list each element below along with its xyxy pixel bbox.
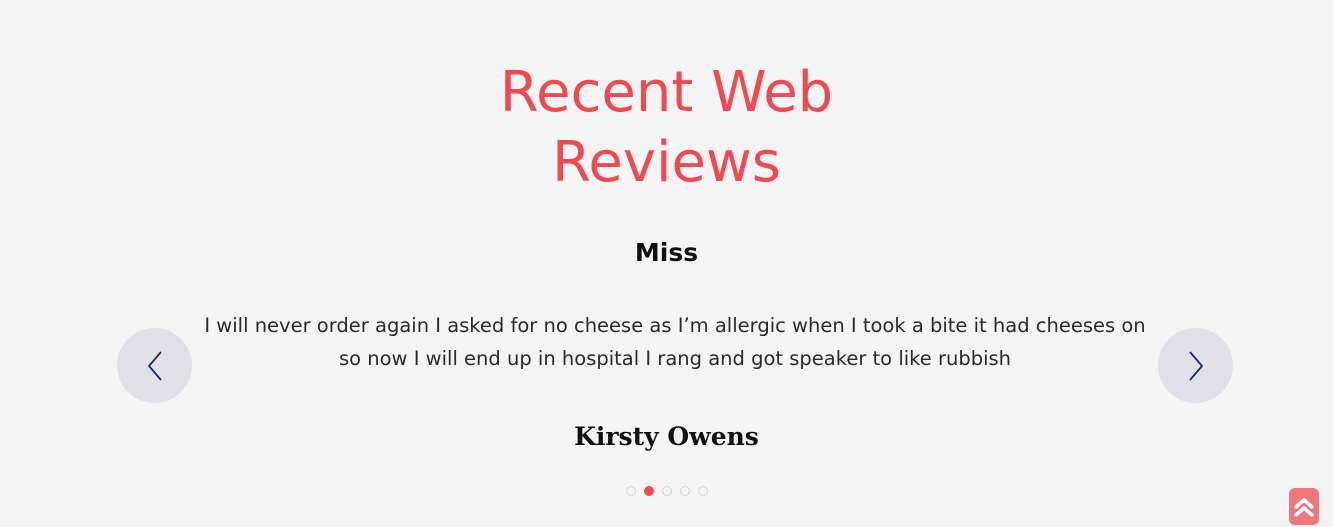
carousel-dot-4[interactable] <box>679 486 690 496</box>
carousel-dots <box>0 486 1333 496</box>
section-title-line1: Recent Web <box>499 60 834 125</box>
carousel-dot-1[interactable] <box>625 486 636 496</box>
back-to-top-button[interactable] <box>1289 488 1319 525</box>
carousel-dot-5[interactable] <box>697 486 708 496</box>
carousel-next-button[interactable] <box>1158 328 1233 403</box>
section-title: Recent Web Reviews <box>0 58 1333 198</box>
carousel-prev-button[interactable] <box>117 328 192 403</box>
section-title-line2: Reviews <box>552 130 781 195</box>
carousel-dot-3[interactable] <box>661 486 672 496</box>
carousel-dot-2[interactable] <box>643 486 654 496</box>
chevron-right-icon <box>1188 350 1203 381</box>
review-body: I will never order again I asked for no … <box>204 314 1146 370</box>
double-chevron-up-icon <box>1294 497 1314 517</box>
reviewer-name: Kirsty Owens <box>574 422 759 451</box>
chevron-left-icon <box>147 350 162 381</box>
review-title: Miss <box>634 238 699 267</box>
